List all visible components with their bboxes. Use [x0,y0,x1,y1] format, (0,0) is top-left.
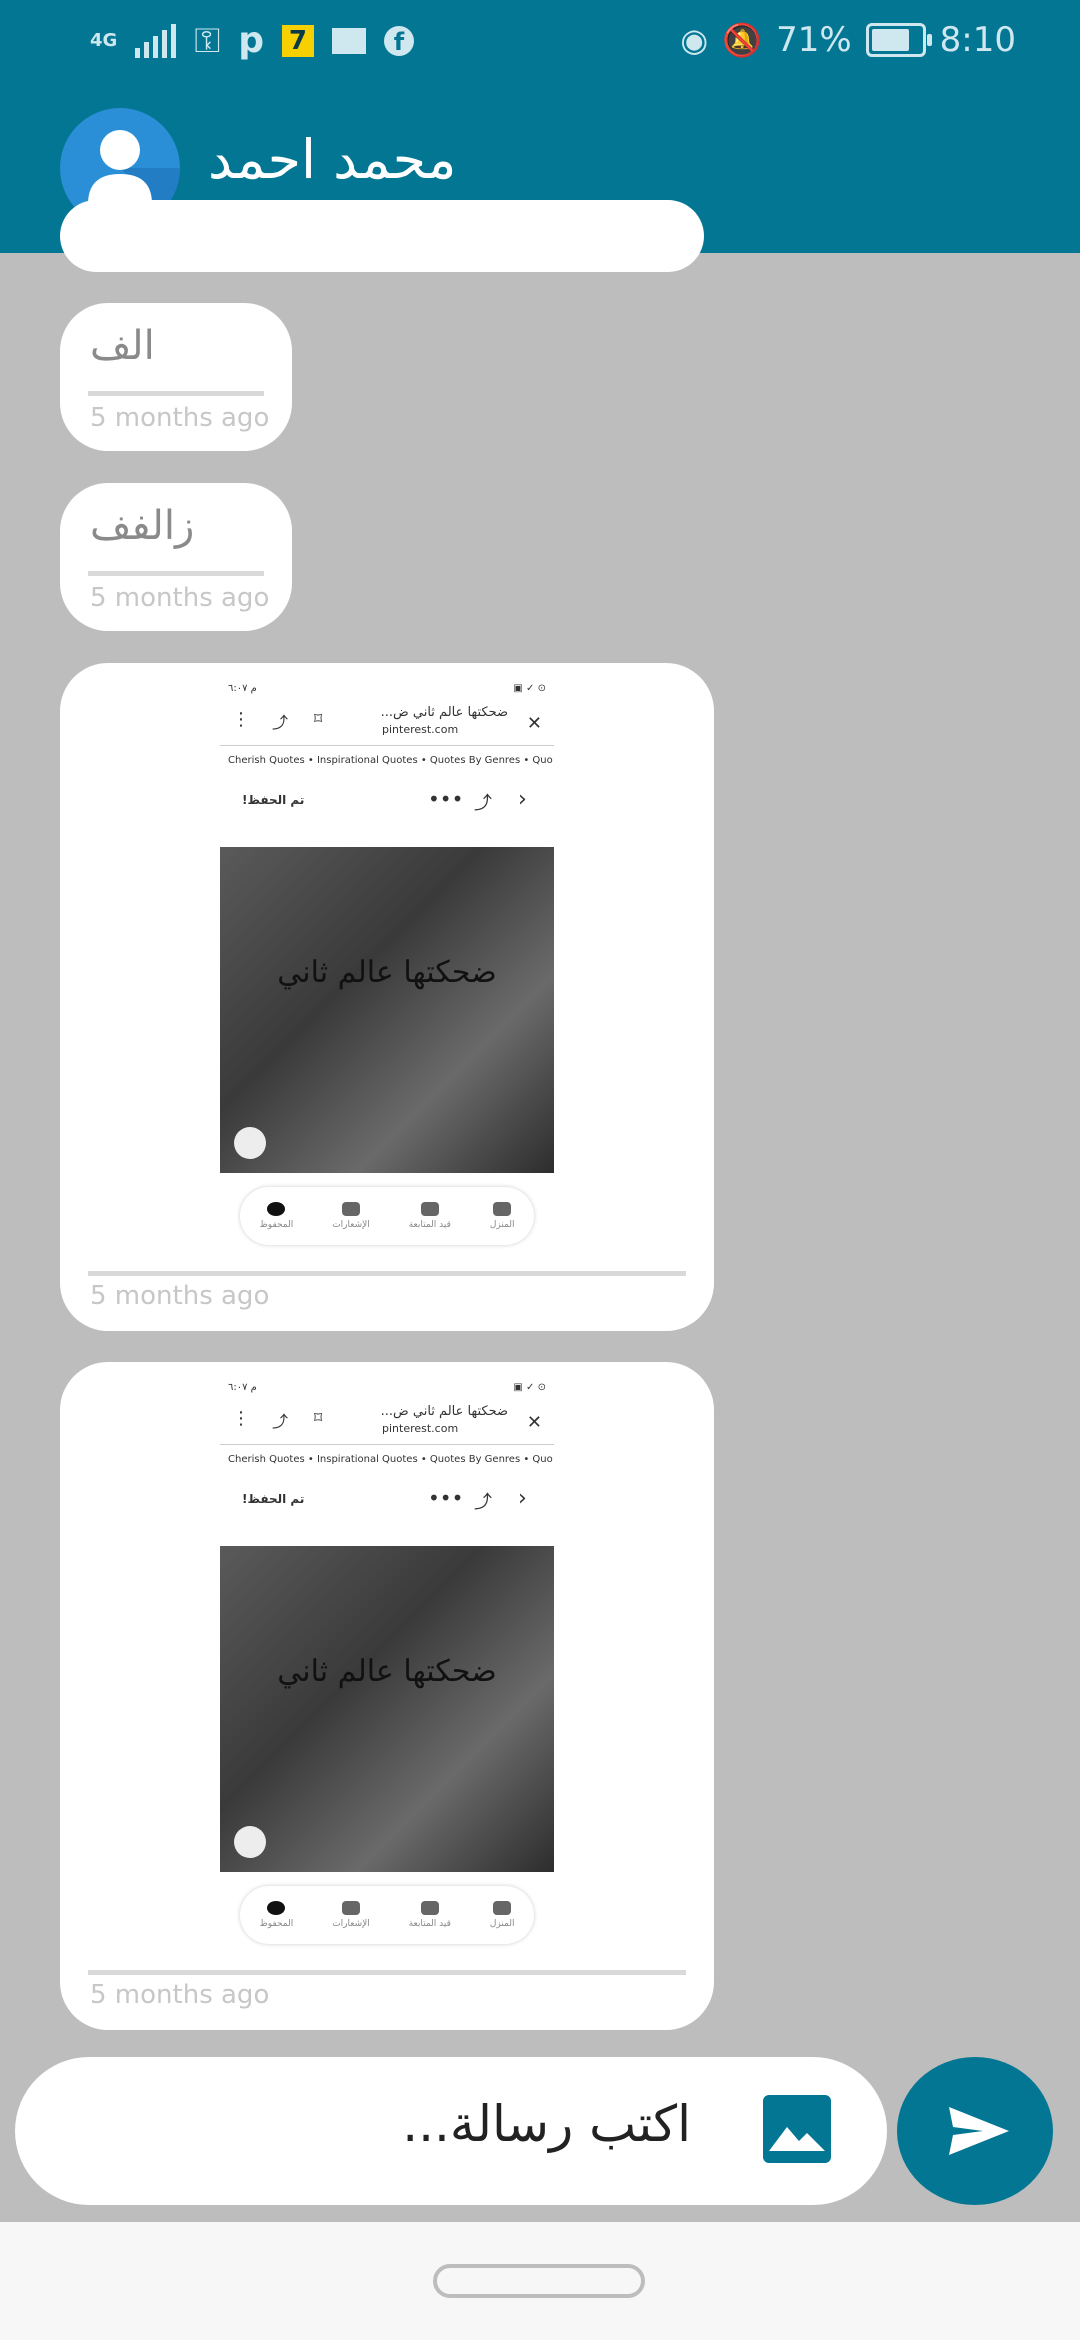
carrier-p-label: p [238,20,264,61]
shot-photo: ضحكتها عالم ثاني [220,847,554,1173]
mute-bell-icon: 🔕 [722,21,763,59]
bookmark-icon: ⌑ [314,709,323,728]
chevron-right-icon: › [518,1486,527,1511]
share-icon: ⤴ [474,1492,492,1513]
shot-saved-label: تم الحفظ! [242,1492,305,1506]
visual-search-icon [234,1127,266,1159]
more-icon: ••• [428,1486,464,1510]
network-type-label: 4G [90,30,118,51]
message-bubble[interactable]: زالفف 5 months ago [60,483,292,631]
message-divider [88,391,264,396]
message-time: 5 months ago [90,403,270,433]
shot-page-title: ضحكتها عالم ثاني ض... [380,705,508,720]
following-icon [420,1901,439,1915]
shot-breadcrumbs: Cherish Quotes • Inspirational Quotes • … [228,755,553,766]
home-icon [493,1901,512,1915]
saved-icon [267,1901,286,1915]
notifications-icon [341,1901,360,1915]
nav-label: المحفوظ [259,1220,294,1230]
chevron-right-icon: › [518,787,527,812]
message-divider [88,1970,686,1975]
system-navigation-bar [0,2222,1080,2340]
mail-icon [331,27,366,54]
contact-name: محمد احمد [208,128,457,191]
close-icon: ✕ [526,713,542,734]
bookmark-icon: ⌑ [314,1408,323,1427]
share-icon: ⤴ [474,793,492,814]
shared-screenshot-image[interactable]: ▣ ✓ ⊙ م ٦:٠٧ ✕ ضحكتها عالم ثاني ض... pint… [220,673,554,1273]
nav-label: المنزل [489,1919,515,1929]
message-bubble[interactable]: الف 5 months ago [60,303,292,451]
mountain-image-icon [769,2127,825,2151]
message-composer[interactable]: اكتب رسالة... [15,2057,887,2205]
signal-icon [135,23,177,58]
more-icon: ••• [428,787,464,811]
shared-screenshot-image[interactable]: ▣ ✓ ⊙ م ٦:٠٧ ✕ ضحكتها عالم ثاني ض... pint… [220,1372,554,1972]
home-gesture-handle[interactable] [433,2264,645,2298]
notifications-icon [341,1202,360,1216]
message-time: 5 months ago [90,1980,270,2010]
message-time: 5 months ago [90,583,270,613]
gallery-image-icon[interactable] [763,2095,831,2163]
visual-search-icon [234,1826,266,1858]
status-bar: 4G ⚿ p 7 f ◉ 🔕 71% 8:10 [0,0,1080,84]
shot-bottom-nav: المحفوظ الإشعارات قيد المتابعة المنزل [240,1886,534,1944]
app-badge-icon: 7 [281,24,314,57]
shot-breadcrumbs: Cherish Quotes • Inspirational Quotes • … [228,1454,553,1465]
close-icon: ✕ [526,1412,542,1433]
saved-icon [267,1202,286,1216]
shot-photo-caption: ضحكتها عالم ثاني [277,1654,497,1689]
nav-label: المنزل [489,1220,515,1230]
nav-label: قيد المتابعة [408,1220,451,1230]
message-text: زالفف [90,503,195,549]
message-text: الف [90,323,155,369]
shot-domain: pinterest.com [382,1422,459,1435]
shot-photo: ضحكتها عالم ثاني [220,1546,554,1872]
kebab-menu-icon: ⋮ [232,709,250,730]
shot-domain: pinterest.com [382,723,459,736]
message-input[interactable]: اكتب رسالة... [402,2095,691,2153]
eye-comfort-icon: ◉ [680,21,709,59]
send-button[interactable] [897,2057,1053,2205]
message-time: 5 months ago [90,1281,270,1311]
vpn-key-icon: ⚿ [194,20,221,61]
nav-label: قيد المتابعة [408,1919,451,1929]
nav-label: المحفوظ [259,1919,294,1929]
following-icon [420,1202,439,1216]
share-icon: ⤴ [272,1412,289,1431]
nav-label: الإشعارات [332,1919,370,1929]
message-divider [88,1271,686,1276]
home-icon [493,1202,512,1216]
shot-photo-caption: ضحكتها عالم ثاني [277,955,497,990]
shot-page-title: ضحكتها عالم ثاني ض... [380,1404,508,1419]
facebook-icon: f [383,25,414,56]
shot-saved-label: تم الحفظ! [242,793,305,807]
shot-bottom-nav: المحفوظ الإشعارات قيد المتابعة المنزل [240,1187,534,1245]
nav-label: الإشعارات [332,1220,370,1230]
battery-percent: 71% [776,20,852,60]
message-divider [88,571,264,576]
clock: 8:10 [939,20,1016,60]
image-message-bubble[interactable]: ▣ ✓ ⊙ م ٦:٠٧ ✕ ضحكتها عالم ثاني ض... pint… [60,1362,714,2030]
message-bubble-partial[interactable] [60,200,704,272]
kebab-menu-icon: ⋮ [232,1408,250,1429]
battery-icon [865,23,932,57]
share-icon: ⤴ [272,713,289,732]
image-message-bubble[interactable]: ▣ ✓ ⊙ م ٦:٠٧ ✕ ضحكتها عالم ثاني ض... pint… [60,663,714,1331]
send-arrow-icon [949,2107,1009,2155]
